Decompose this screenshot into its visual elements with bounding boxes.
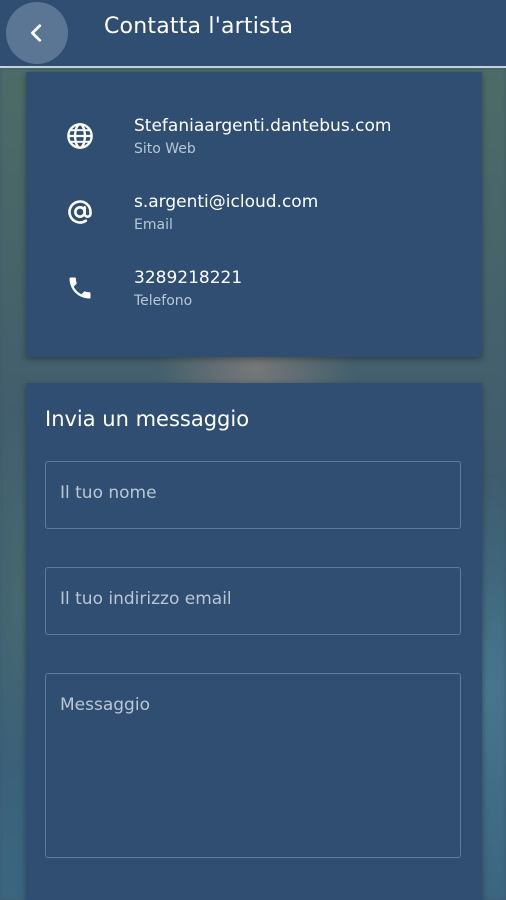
at-icon: [68, 200, 92, 224]
email-field[interactable]: Il tuo indirizzo email: [45, 567, 461, 635]
page-title: Contatta l'artista: [104, 14, 294, 39]
website-value: Stefaniaargenti.dantebus.com: [134, 116, 392, 136]
name-field[interactable]: Il tuo nome: [45, 461, 461, 529]
name-placeholder: Il tuo nome: [60, 483, 157, 503]
message-form-card: Invia un messaggio Il tuo nome Il tuo in…: [26, 383, 482, 900]
back-button[interactable]: [6, 2, 68, 64]
email-label: Email: [134, 217, 173, 233]
chevron-left-icon: [31, 24, 42, 42]
globe-icon: [67, 123, 93, 149]
phone-label: Telefono: [134, 293, 193, 309]
website-label: Sito Web: [134, 141, 196, 157]
phone-value: 3289218221: [134, 268, 243, 288]
form-title: Invia un messaggio: [45, 407, 250, 431]
message-field[interactable]: Messaggio: [45, 673, 461, 858]
phone-icon: [69, 277, 91, 299]
message-placeholder: Messaggio: [60, 695, 150, 715]
email-value: s.argenti@icloud.com: [134, 192, 319, 212]
contact-row-email[interactable]: s.argenti@icloud.com Email: [26, 192, 482, 252]
contact-row-website[interactable]: Stefaniaargenti.dantebus.com Sito Web: [26, 116, 482, 176]
contact-row-phone[interactable]: 3289218221 Telefono: [26, 268, 482, 328]
contact-info-card: Stefaniaargenti.dantebus.com Sito Web s.…: [26, 72, 482, 357]
app-bar: Contatta l'artista: [0, 0, 506, 68]
email-placeholder: Il tuo indirizzo email: [60, 589, 232, 609]
